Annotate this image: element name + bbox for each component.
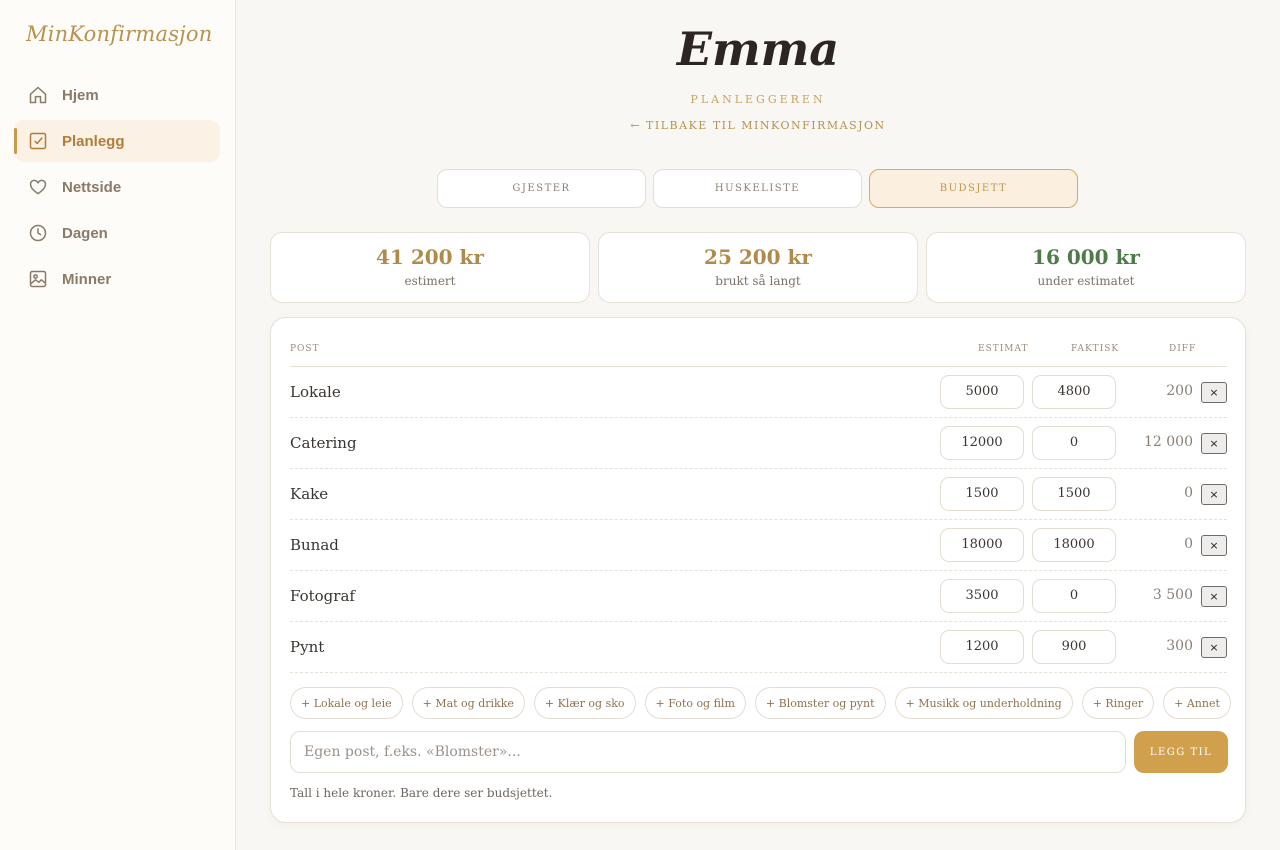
chip-foto-og-film[interactable]: + Foto og film xyxy=(644,687,746,719)
delete-button[interactable]: × xyxy=(1201,382,1227,403)
chip-lokale-og-leie[interactable]: + Lokale og leie xyxy=(290,687,403,719)
sidebar-item-label: Planlegg xyxy=(62,132,125,150)
budget-rows: Lokale 5000 4800 200 × Catering 12000 0 … xyxy=(290,367,1227,673)
delete-button[interactable]: × xyxy=(1201,535,1227,556)
table-row: Kake 1500 1500 0 × xyxy=(290,469,1227,520)
clock-icon xyxy=(29,224,47,242)
delete-button[interactable]: × xyxy=(1201,586,1227,607)
sidebar-item-planlegg[interactable]: Planlegg xyxy=(14,120,220,162)
page-title: Emma xyxy=(676,22,840,76)
tab-budsjett[interactable]: BUDSJETT xyxy=(869,169,1078,208)
main-content: Emma PLANLEGGEREN ← TILBAKE TIL MINKONFI… xyxy=(236,0,1280,850)
budget-card: POST ESTIMAT FAKTISK DIFF Lokale 5000 48… xyxy=(270,317,1246,823)
budget-summary: 41 200 kr estimert 25 200 kr brukt så la… xyxy=(270,232,1246,303)
actual-input[interactable]: 18000 xyxy=(1032,528,1116,562)
column-header-diff: DIFF xyxy=(1169,344,1197,354)
table-row: Catering 12000 0 12 000 × xyxy=(290,418,1227,469)
chip-klaer-og-sko[interactable]: + Klær og sko xyxy=(533,687,636,719)
row-name: Fotograf xyxy=(290,587,355,605)
chip-annet[interactable]: + Annet xyxy=(1163,687,1231,719)
column-header-estimate: ESTIMAT xyxy=(978,344,1029,354)
sidebar-item-label: Hjem xyxy=(62,86,99,104)
stat-value: 41 200 kr xyxy=(376,245,484,269)
estimate-input[interactable]: 12000 xyxy=(940,426,1024,460)
sidebar-nav: Hjem Planlegg Nettside Dagen Minner xyxy=(14,74,220,304)
table-row: Pynt 1200 900 300 × xyxy=(290,622,1227,673)
page-subtitle: PLANLEGGEREN xyxy=(690,93,826,106)
image-icon xyxy=(29,270,47,288)
row-name: Bunad xyxy=(290,536,339,554)
column-header-post: POST xyxy=(290,344,320,354)
chip-mat-og-drikke[interactable]: + Mat og drikke xyxy=(411,687,525,719)
budget-footnote: Tall i hele kroner. Bare dere ser budsje… xyxy=(290,786,553,800)
chip-ringer[interactable]: + Ringer xyxy=(1081,687,1155,719)
back-link[interactable]: ← TILBAKE TIL MINKONFIRMASJON xyxy=(236,119,1280,132)
sidebar-item-dagen[interactable]: Dagen xyxy=(14,212,220,254)
row-diff: 200 xyxy=(1166,383,1193,399)
stat-card-spent: 25 200 kr brukt så langt xyxy=(598,232,918,303)
actual-input[interactable]: 4800 xyxy=(1032,375,1116,409)
column-header-actual: FAKTISK xyxy=(1071,344,1120,354)
stat-card-estimated: 41 200 kr estimert xyxy=(270,232,590,303)
estimate-input[interactable]: 3500 xyxy=(940,579,1024,613)
stat-value: 16 000 kr xyxy=(1032,245,1140,269)
row-diff: 300 xyxy=(1166,638,1193,654)
row-diff: 3 500 xyxy=(1152,587,1193,603)
row-name: Pynt xyxy=(290,638,325,656)
app-logo[interactable]: MinKonfirmasjon xyxy=(26,22,212,46)
sidebar-item-label: Nettside xyxy=(62,178,122,196)
actual-input[interactable]: 0 xyxy=(1032,426,1116,460)
row-name: Kake xyxy=(290,485,329,503)
delete-button[interactable]: × xyxy=(1201,433,1227,454)
sidebar-item-hjem[interactable]: Hjem xyxy=(14,74,220,116)
row-diff: 12 000 xyxy=(1144,434,1193,450)
sidebar-item-label: Minner xyxy=(62,270,112,288)
sidebar: MinKonfirmasjon Hjem Planlegg Nettside D… xyxy=(0,0,236,850)
actual-input[interactable]: 900 xyxy=(1032,630,1116,664)
add-item-button[interactable]: LEGG TIL xyxy=(1134,731,1228,773)
chip-musikk-og-underholdning[interactable]: + Musikk og underholdning xyxy=(894,687,1073,719)
actual-input[interactable]: 0 xyxy=(1032,579,1116,613)
table-row: Bunad 18000 18000 0 × xyxy=(290,520,1227,571)
row-name: Lokale xyxy=(290,383,341,401)
estimate-input[interactable]: 18000 xyxy=(940,528,1024,562)
stat-card-difference: 16 000 kr under estimatet xyxy=(926,232,1246,303)
stat-label: estimert xyxy=(404,274,456,288)
table-header: POST ESTIMAT FAKTISK DIFF xyxy=(290,344,1227,367)
stat-label: under estimatet xyxy=(1037,274,1135,288)
delete-button[interactable]: × xyxy=(1201,484,1227,505)
chip-blomster-og-pynt[interactable]: + Blomster og pynt xyxy=(754,687,886,719)
custom-item-input[interactable] xyxy=(290,731,1126,773)
sidebar-item-label: Dagen xyxy=(62,224,108,242)
table-row: Lokale 5000 4800 200 × xyxy=(290,367,1227,418)
checkbox-icon xyxy=(29,132,47,150)
estimate-input[interactable]: 5000 xyxy=(940,375,1024,409)
tab-huskeliste[interactable]: HUSKELISTE xyxy=(653,169,862,208)
home-icon xyxy=(29,86,47,104)
sidebar-item-minner[interactable]: Minner xyxy=(14,258,220,300)
estimate-input[interactable]: 1500 xyxy=(940,477,1024,511)
heart-icon xyxy=(29,179,47,195)
row-diff: 0 xyxy=(1184,485,1193,501)
estimate-input[interactable]: 1200 xyxy=(940,630,1024,664)
tab-gjester[interactable]: GJESTER xyxy=(437,169,646,208)
delete-button[interactable]: × xyxy=(1201,637,1227,658)
row-diff: 0 xyxy=(1184,536,1193,552)
table-row: Fotograf 3500 0 3 500 × xyxy=(290,571,1227,622)
category-chips: + Lokale og leie + Mat og drikke + Klær … xyxy=(290,687,1231,719)
stat-value: 25 200 kr xyxy=(704,245,812,269)
tab-bar: GJESTER HUSKELISTE BUDSJETT xyxy=(437,169,1078,208)
row-name: Catering xyxy=(290,434,357,452)
actual-input[interactable]: 1500 xyxy=(1032,477,1116,511)
sidebar-item-nettside[interactable]: Nettside xyxy=(14,166,220,208)
stat-label: brukt så langt xyxy=(715,274,801,288)
